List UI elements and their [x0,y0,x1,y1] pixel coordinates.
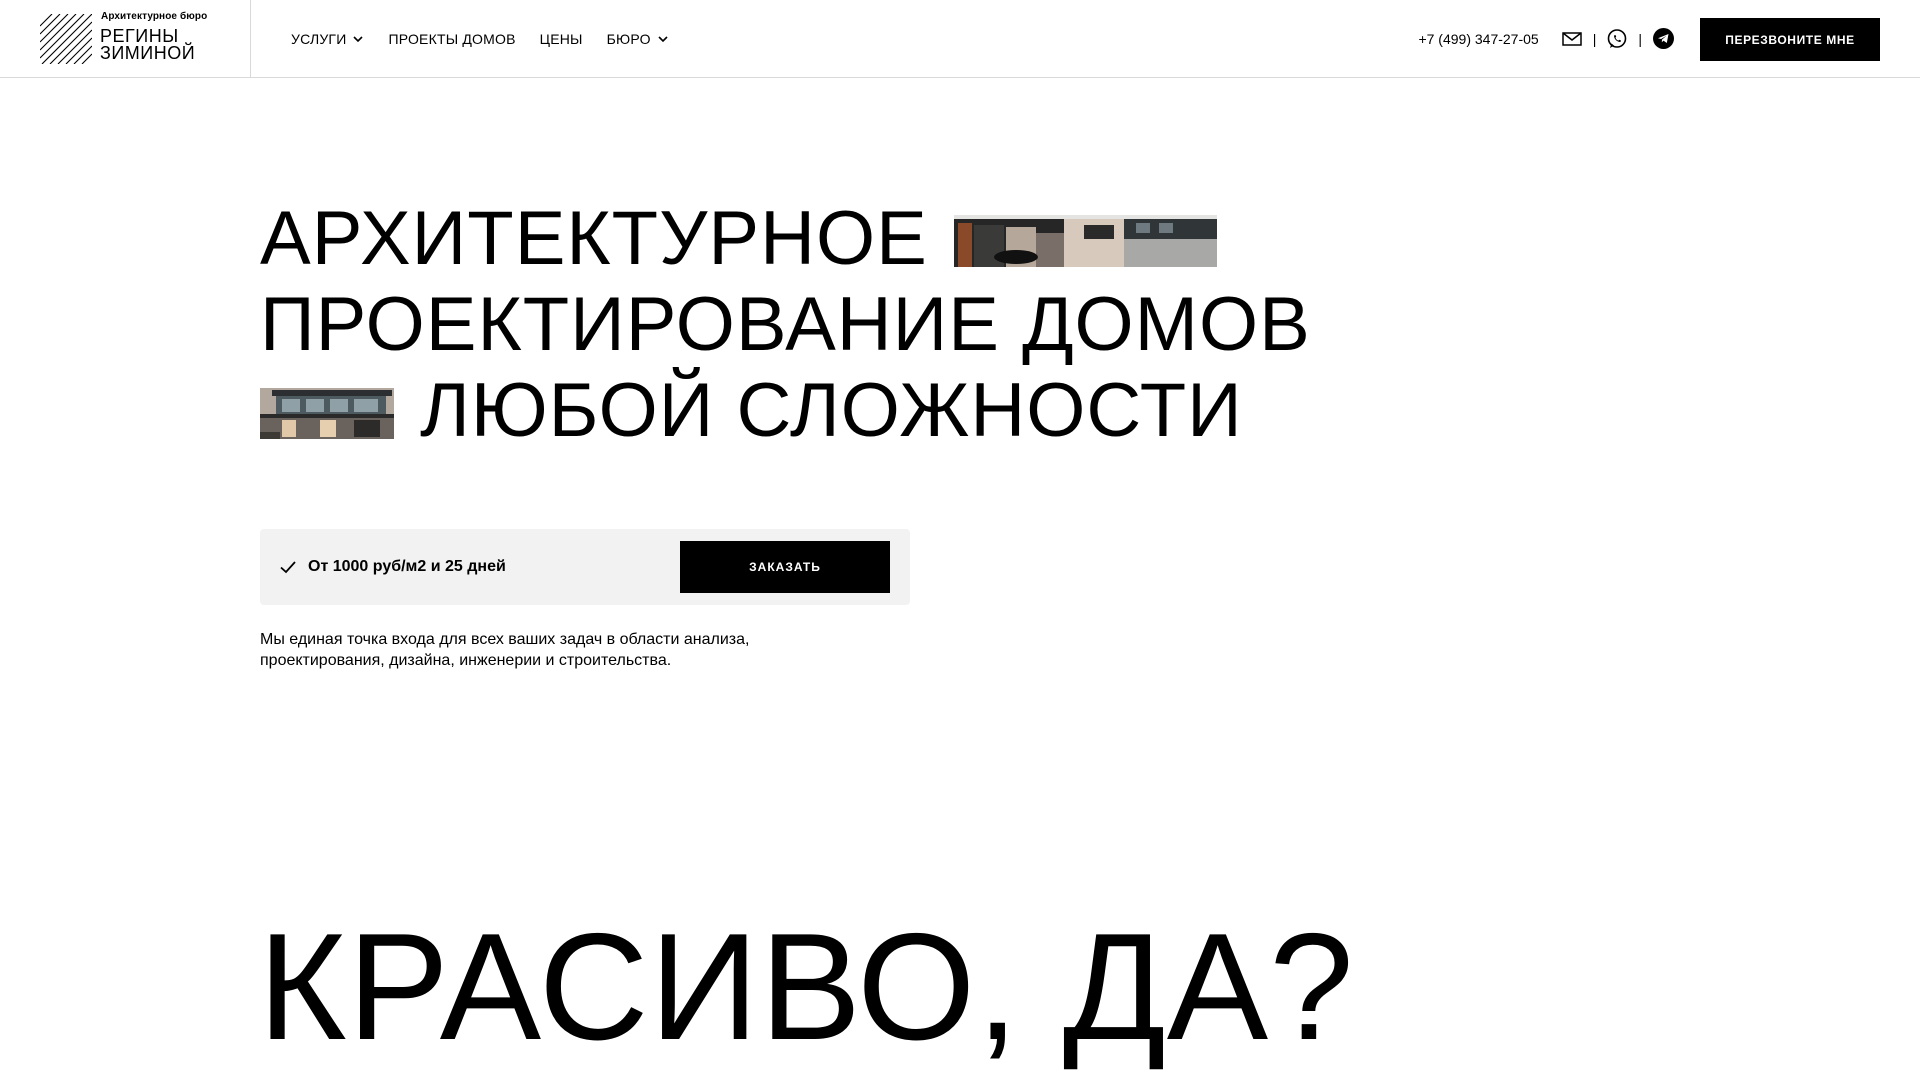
house-thumbnail-image [953,215,1217,267]
hero-title-line: ЛЮБОЙ СЛОЖНОСТИ [260,368,1360,454]
chevron-down-icon [353,35,364,42]
hero-title-line2: ПРОЕКТИРОВАНИЕ ДОМОВ [260,282,1311,367]
nav-label: ПРОЕКТЫ ДОМОВ [388,30,516,47]
chevron-down-icon [658,35,668,42]
logo-name-line2: Зиминой [100,43,196,63]
mail-icon[interactable] [1561,28,1583,50]
nav-label: БЮРО [606,30,651,47]
nav-item-house-projects[interactable]: ПРОЕКТЫ ДОМОВ [388,31,515,47]
logo-subtitle: Архитектурное бюро [101,11,208,22]
nav-item-prices[interactable]: ЦЕНЫ [540,31,583,47]
section-title: КРАСИВО, ДА? [258,902,1355,1072]
nav-item-bureau[interactable]: БЮРО [607,31,669,47]
logo-hatch-icon [40,14,92,64]
hero-description: Мы единая точка входа для всех ваших зад… [260,631,750,669]
order-button[interactable]: ЗАКАЗАТЬ [680,541,890,593]
phone-link[interactable]: +7 (499) 347-27-05 [1418,31,1538,47]
callback-button[interactable]: ПЕРЕЗВОНИТЕ МНЕ [1700,18,1880,61]
house-thumbnail-image [260,387,394,439]
check-icon [280,561,296,574]
logo-name: Регины Зиминой [100,27,196,63]
contacts: +7 (499) 347-27-05 | | [1418,0,1674,77]
hero-title-line: АРХИТЕКТУРНОЕ [260,196,1360,282]
hero-title: АРХИТЕКТУРНОЕ ПРОЕКТИРОВАНИЕ ДОМОВ ЛЮБОЙ… [260,196,1360,454]
nav-label: УСЛУГИ [291,30,347,47]
whatsapp-icon[interactable] [1606,28,1628,50]
main-nav: УСЛУГИ ПРОЕКТЫ ДОМОВ ЦЕНЫ БЮРО [291,0,669,77]
nav-label: ЦЕНЫ [539,30,583,47]
offer-box: От 1000 руб/м2 и 25 дней ЗАКАЗАТЬ [260,529,910,605]
hero-title-line3: ЛЮБОЙ СЛОЖНОСТИ [420,368,1243,453]
separator: | [1592,30,1597,47]
nav-item-services[interactable]: УСЛУГИ [291,31,364,47]
site-header: Архитектурное бюро Регины Зиминой УСЛУГИ… [0,0,1920,78]
logo[interactable]: Архитектурное бюро Регины Зиминой [0,0,251,77]
separator: | [1638,30,1642,47]
hero-title-line1: АРХИТЕКТУРНОЕ [260,196,928,281]
hero-title-line: ПРОЕКТИРОВАНИЕ ДОМОВ [260,282,1360,368]
offer-text: От 1000 руб/м2 и 25 дней [308,558,506,575]
telegram-icon[interactable] [1652,28,1674,50]
